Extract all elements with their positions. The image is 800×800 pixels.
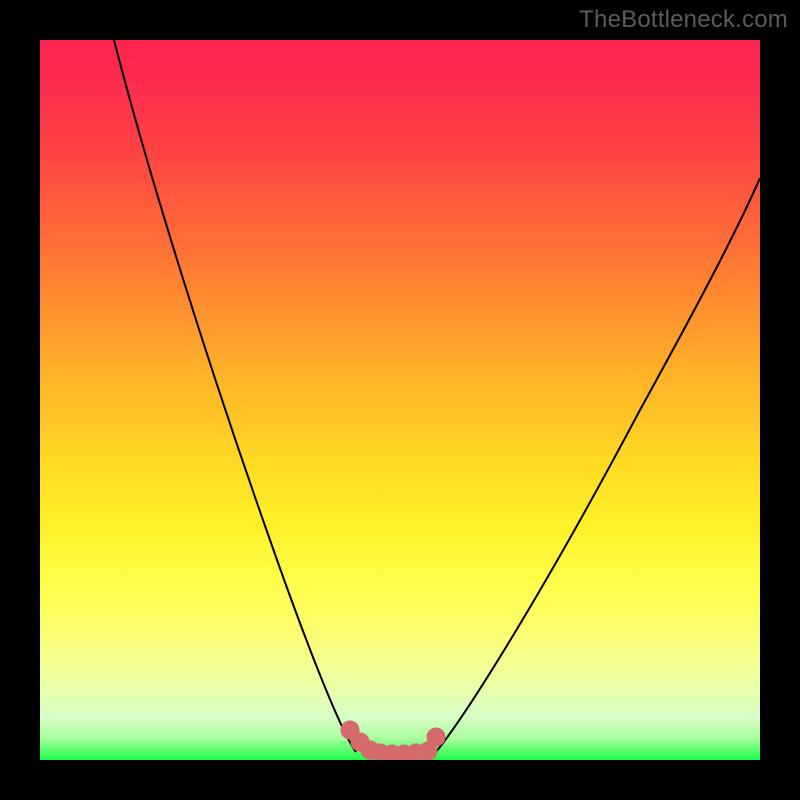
curve-layer [40,40,760,760]
plot-area [40,40,760,760]
dot [427,728,445,746]
right-branch-path [436,178,760,752]
watermark-text: TheBottleneck.com [579,6,788,34]
chart-frame: TheBottleneck.com [0,0,800,800]
left-branch-path [114,40,356,752]
bottom-dots-group [341,721,445,760]
